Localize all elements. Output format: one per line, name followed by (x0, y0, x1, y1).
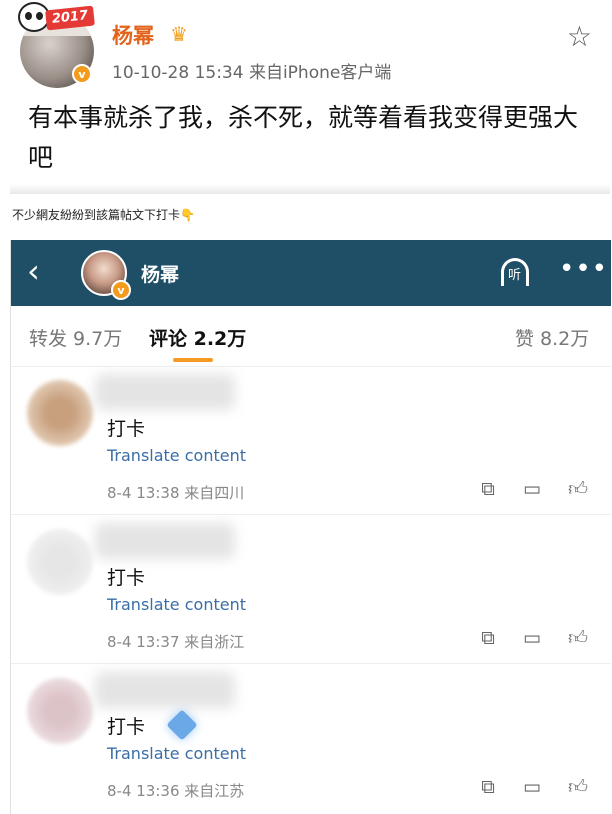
like-icon[interactable]: 👍︎ (567, 776, 589, 798)
star-outline-icon[interactable]: ☆ (567, 20, 592, 53)
comment-icon[interactable]: ▭ (521, 627, 543, 649)
comment-text: 打卡 (107, 716, 146, 738)
post-text: 有本事就杀了我，杀不死，就等着看我变得更强大吧 (28, 103, 579, 172)
nav-author-name[interactable]: 杨幂 (141, 260, 179, 287)
comment-icon[interactable]: ▭ (521, 478, 543, 500)
commenter-name-blurred (95, 523, 235, 559)
comment-meta: 8-4 13:38 来自四川 (107, 484, 245, 502)
comment-list: 打卡 Translate content 8-4 13:38 来自四川 ⧉ ▭ … (11, 366, 611, 812)
translate-link[interactable]: Translate content (107, 595, 246, 614)
diamond-sticker-icon (166, 709, 198, 741)
translate-link[interactable]: Translate content (107, 446, 246, 465)
translate-link[interactable]: Translate content (107, 744, 246, 763)
comment-item: 打卡 Translate content 8-4 13:37 来自浙江 ⧉ ▭ … (11, 515, 611, 664)
verified-badge: v (72, 64, 92, 84)
comment-meta: 8-4 13:37 来自浙江 (107, 633, 245, 651)
comments-screenshot: ‹ v 杨幂 听 ••• 转发 9.7万 评论 2.2万 赞 8.2万 打卡 T… (10, 240, 611, 814)
share-icon[interactable]: ⧉ (477, 776, 499, 798)
commenter-avatar[interactable] (27, 380, 93, 446)
like-icon[interactable]: 👍︎ (567, 627, 589, 649)
share-icon[interactable]: ⧉ (477, 478, 499, 500)
comment-icon[interactable]: ▭ (521, 776, 543, 798)
comment-text: 打卡 (107, 418, 146, 440)
post-divider (10, 184, 610, 194)
back-icon[interactable]: ‹ (27, 254, 40, 288)
comment-meta: 8-4 13:36 来自江苏 (107, 782, 245, 800)
tab-repost[interactable]: 转发 9.7万 (29, 324, 122, 351)
comment-item: 打卡 Translate content 8-4 13:38 来自四川 ⧉ ▭ … (11, 366, 611, 515)
listen-icon[interactable]: 听 (499, 256, 533, 286)
commenter-name-blurred (95, 374, 235, 410)
tab-likes[interactable]: 赞 8.2万 (515, 324, 589, 351)
comment-item: 打卡 Translate content 8-4 13:36 来自江苏 ⧉ ▭ … (11, 664, 611, 812)
tab-comments[interactable]: 评论 2.2万 (149, 324, 246, 351)
top-nav-bar: ‹ v 杨幂 听 ••• (11, 240, 611, 306)
more-icon[interactable]: ••• (559, 254, 608, 284)
active-tab-indicator (173, 358, 213, 362)
like-icon[interactable]: 👍︎ (567, 478, 589, 500)
weibo-post: 2017 v 杨幂 ♛ 10-10-28 15:34 来自iPhone客户端 ☆… (0, 0, 612, 194)
commenter-avatar[interactable] (27, 678, 93, 744)
caption: 不少網友紛紛到該篇帖文下打卡👇 (12, 208, 195, 222)
comment-text: 打卡 (107, 567, 146, 589)
listen-label: 听 (508, 268, 522, 283)
share-icon[interactable]: ⧉ (477, 627, 499, 649)
nav-verified-badge: v (111, 280, 131, 300)
author-name[interactable]: 杨幂 (112, 20, 154, 50)
tab-bar: 转发 9.7万 评论 2.2万 赞 8.2万 (11, 306, 611, 367)
commenter-avatar[interactable] (27, 529, 93, 595)
crown-icon: ♛ (170, 22, 188, 46)
commenter-name-blurred (95, 672, 235, 708)
post-meta: 10-10-28 15:34 来自iPhone客户端 (112, 63, 392, 83)
